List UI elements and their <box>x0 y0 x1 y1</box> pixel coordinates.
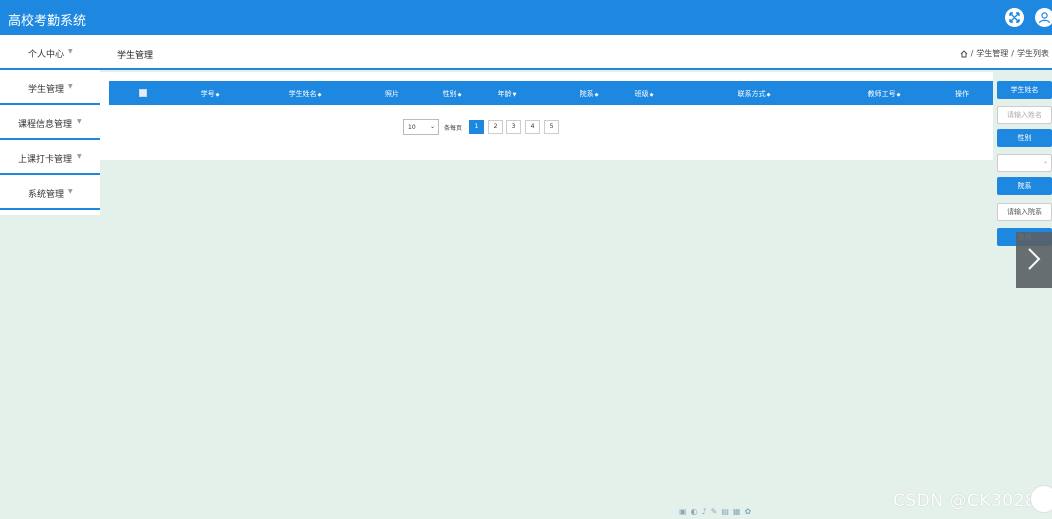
sort-icon: ◆ <box>215 92 220 98</box>
student-name-input[interactable]: 请输入姓名 <box>997 106 1052 124</box>
page-button-5[interactable]: 5 <box>544 120 559 134</box>
chevron-down-icon: ▼ <box>68 83 73 90</box>
table-header: 学号◆ 学生姓名◆ 照片 性别◆ 年龄▼ 院系◆ 班级◆ 联系方式◆ 教师工号◆… <box>109 81 993 105</box>
chevron-down-icon: ▼ <box>77 118 82 125</box>
column-header-age[interactable]: 年龄▼ <box>498 89 517 99</box>
page-title: 学生管理 <box>117 51 154 61</box>
chevron-down-icon: ▼ <box>68 188 73 195</box>
ime-icon: ♪ <box>701 507 707 516</box>
help-icon[interactable] <box>1030 485 1052 513</box>
column-header-student-name[interactable]: 学生姓名◆ <box>289 89 322 99</box>
chevron-down-icon: ▼ <box>77 153 82 160</box>
sort-icon: ◆ <box>766 92 771 98</box>
sidebar-item-label: 上课打卡管理 <box>18 155 73 165</box>
chevron-down-icon: ⌄ <box>429 123 435 130</box>
page-button-4[interactable]: 4 <box>525 120 540 134</box>
sidebar-item-label: 学生管理 <box>28 85 65 95</box>
user-avatar-icon[interactable] <box>1035 8 1052 27</box>
table-panel: 学号◆ 学生姓名◆ 照片 性别◆ 年龄▼ 院系◆ 班级◆ 联系方式◆ 教师工号◆… <box>100 72 993 160</box>
top-bar: 高校考勤系统 <box>0 0 1052 35</box>
gender-label: 性别 <box>997 129 1052 147</box>
page-size-select[interactable]: 10 ⌄ <box>403 119 439 135</box>
ime-toolbar: ▣ ◐ ♪ ✎ ▤ ▦ ✿ <box>679 507 751 517</box>
breadcrumb-separator: / <box>970 49 974 58</box>
page-button-3[interactable]: 3 <box>506 120 521 134</box>
sort-icon: ◆ <box>594 92 599 98</box>
column-header-photo: 照片 <box>385 90 399 98</box>
breadcrumb-item: 学生列表 <box>1017 49 1049 58</box>
ime-icon: ✿ <box>744 507 752 516</box>
sidebar-item-system[interactable]: 系统管理 ▼ <box>0 175 100 210</box>
breadcrumb: / 学生管理 / 学生列表 <box>960 48 1049 59</box>
fullscreen-icon[interactable] <box>1005 8 1024 27</box>
column-header-department[interactable]: 院系◆ <box>580 89 599 99</box>
column-header-actions: 操作 <box>955 90 969 98</box>
per-page-label: 条每页 <box>444 125 463 132</box>
ime-icon: ▤ <box>721 507 729 516</box>
sidebar-item-label: 课程信息管理 <box>18 120 73 130</box>
page-button-1[interactable]: 1 <box>469 120 484 134</box>
home-icon[interactable] <box>960 49 968 58</box>
watermark: CSDN @CK3028 <box>893 491 1037 511</box>
ime-icon: ▣ <box>679 507 687 516</box>
select-all-checkbox[interactable] <box>139 89 147 97</box>
sidebar-item-checkin[interactable]: 上课打卡管理 ▼ <box>0 140 100 175</box>
sort-icon: ◆ <box>457 92 462 98</box>
chevron-right-icon <box>1028 248 1041 270</box>
sort-desc-icon: ▼ <box>512 92 517 98</box>
sidebar-item-label: 系统管理 <box>28 190 65 200</box>
sort-icon: ◆ <box>317 92 322 98</box>
sidebar-item-profile[interactable]: 个人中心 ▼ <box>0 35 100 70</box>
sidebar-item-students[interactable]: 学生管理 ▼ <box>0 70 100 105</box>
column-header-gender[interactable]: 性别◆ <box>443 89 462 99</box>
breadcrumb-item[interactable]: 学生管理 <box>976 48 1008 59</box>
sidebar-item-courses[interactable]: 课程信息管理 ▼ <box>0 105 100 140</box>
department-input[interactable]: 请输入院系 <box>997 203 1052 221</box>
sidebar: 个人中心 ▼ 学生管理 ▼ 课程信息管理 ▼ 上课打卡管理 ▼ 系统管理 ▼ <box>0 35 100 215</box>
ime-icon: ◐ <box>690 507 698 516</box>
column-header-student-id[interactable]: 学号◆ <box>201 89 220 99</box>
sort-icon: ◆ <box>649 92 654 98</box>
sort-icon: ◆ <box>896 92 901 98</box>
ime-icon: ✎ <box>710 507 718 516</box>
department-label: 院系 <box>997 177 1052 195</box>
app-title: 高校考勤系统 <box>8 14 87 29</box>
column-header-class[interactable]: 班级◆ <box>635 89 654 99</box>
ime-icon: ▦ <box>732 507 741 516</box>
column-header-contact[interactable]: 联系方式◆ <box>738 89 771 99</box>
chevron-down-icon: ▼ <box>68 48 73 55</box>
gender-select[interactable]: ⌄ <box>997 154 1052 172</box>
student-name-label: 学生姓名 <box>997 81 1052 99</box>
breadcrumb-separator: / <box>1011 49 1014 58</box>
next-slide-button[interactable] <box>1016 232 1052 288</box>
column-header-teacher-id[interactable]: 教师工号◆ <box>868 89 901 99</box>
sidebar-item-label: 个人中心 <box>28 50 65 60</box>
content-header: 学生管理 / 学生管理 / 学生列表 <box>100 35 1052 70</box>
chevron-down-icon: ⌄ <box>1042 158 1048 165</box>
page-button-2[interactable]: 2 <box>488 120 503 134</box>
